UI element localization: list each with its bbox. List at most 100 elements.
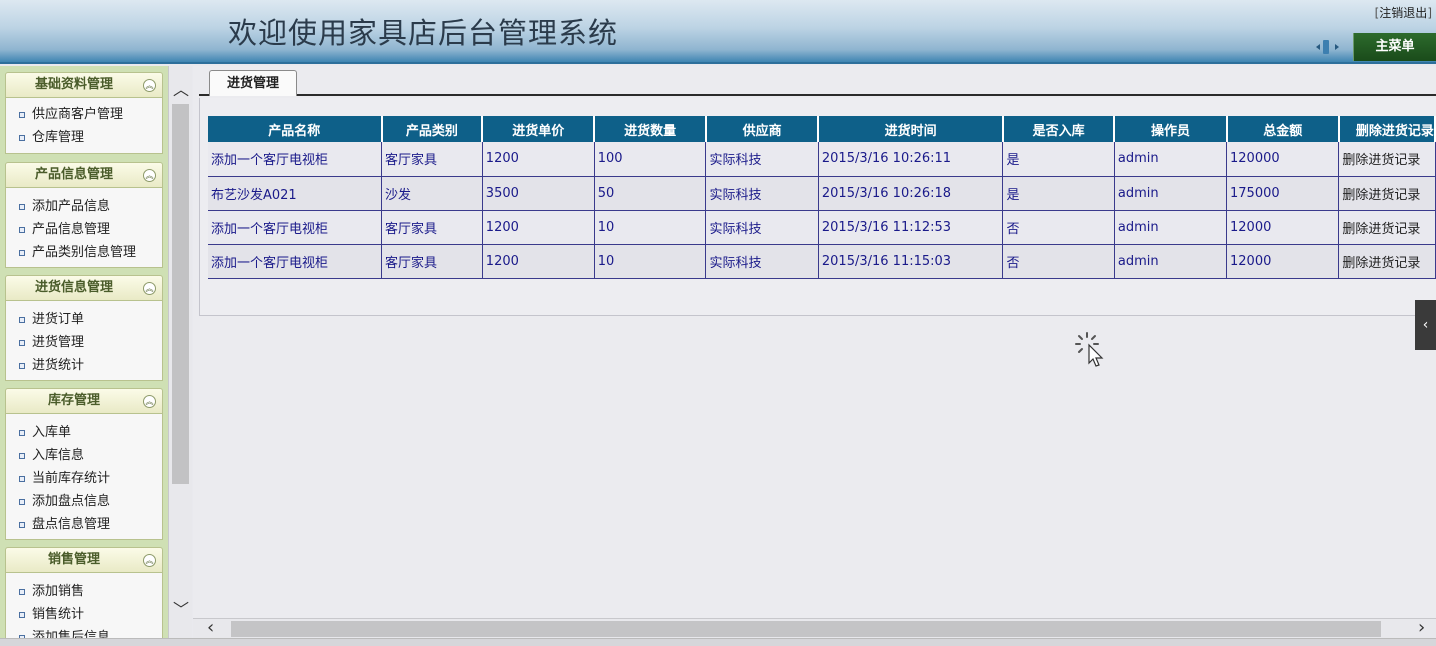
sidebar-item-stock-in-info[interactable]: 入库信息 xyxy=(6,444,162,467)
bullet-icon xyxy=(19,522,25,528)
column-header[interactable]: 产品类别 xyxy=(381,116,484,142)
column-header[interactable]: 进货时间 xyxy=(818,116,1004,142)
cell-purchase-time: 2015/3/16 10:26:11 xyxy=(818,142,1004,177)
scroll-up-icon[interactable]: ︿ xyxy=(173,76,189,99)
cell-purchase-time: 2015/3/16 11:12:53 xyxy=(818,210,1004,245)
table-row: 添加一个客厅电视柜 客厅家具 1200 10 实际科技 2015/3/16 11… xyxy=(208,210,1436,245)
column-header[interactable]: 是否入库 xyxy=(1002,116,1116,142)
collapse-icon[interactable]: ︽ xyxy=(143,395,156,408)
sidebar-group-header[interactable]: 库存管理 ︽ xyxy=(5,388,163,414)
column-header[interactable]: 供应商 xyxy=(705,116,820,142)
cell-purchase-time: 2015/3/16 10:26:18 xyxy=(818,176,1004,211)
busy-cursor-icon xyxy=(1075,332,1104,367)
sidebar-scrollbar[interactable]: ︿ ﹀ xyxy=(168,66,192,638)
cell-quantity: 10 xyxy=(594,244,707,279)
sidebar-item-warehouse[interactable]: 仓库管理 xyxy=(6,126,162,149)
sidebar-group-header[interactable]: 销售管理 ︽ xyxy=(5,547,163,573)
collapse-icon[interactable]: ︽ xyxy=(143,169,156,182)
column-header[interactable]: 操作员 xyxy=(1114,116,1228,142)
sidebar-group-inventory: 库存管理 ︽ 入库单 入库信息 当前库存统计 添加盘点信息 盘点信息管理 xyxy=(5,388,163,540)
cell-product-name: 添加一个客厅电视柜 xyxy=(208,142,383,177)
cell-unit-price: 1200 xyxy=(482,142,595,177)
cell-operator: admin xyxy=(1114,244,1228,279)
column-header[interactable]: 进货单价 xyxy=(482,116,596,142)
column-header[interactable]: 进货数量 xyxy=(594,116,707,142)
delete-record-link[interactable]: 删除进货记录 xyxy=(1338,210,1436,245)
cell-category: 沙发 xyxy=(381,176,483,211)
sidebar-item-stocktake-manage[interactable]: 盘点信息管理 xyxy=(6,513,162,536)
app-header: 欢迎使用家具店后台管理系统 [注销退出] 主菜单 xyxy=(0,0,1436,64)
cell-quantity: 50 xyxy=(594,176,707,211)
sidebar-item-product-manage[interactable]: 产品信息管理 xyxy=(6,218,162,241)
cell-total: 120000 xyxy=(1226,142,1340,177)
sidebar-item-purchase-order[interactable]: 进货订单 xyxy=(6,308,162,331)
collapse-icon[interactable]: ︽ xyxy=(143,282,156,295)
sidebar-group-product: 产品信息管理 ︽ 添加产品信息 产品信息管理 产品类别信息管理 xyxy=(5,162,163,268)
delete-record-link[interactable]: 删除进货记录 xyxy=(1338,142,1436,177)
main-content: 进货管理 产品名称 产品类别 进货单价 进货数量 供应商 进货时间 是否入库 操… xyxy=(193,66,1436,618)
sidebar-group-header[interactable]: 基础资料管理 ︽ xyxy=(5,72,163,98)
logout-label: 注销退出 xyxy=(1379,6,1428,20)
tab-purchase-manage[interactable]: 进货管理 xyxy=(209,70,297,96)
sidebar-item-purchase-stats[interactable]: 进货统计 xyxy=(6,354,162,377)
cell-stocked-in: 是 xyxy=(1002,176,1115,211)
sidebar-item-add-product[interactable]: 添加产品信息 xyxy=(6,195,162,218)
delete-record-link[interactable]: 删除进货记录 xyxy=(1338,244,1436,279)
scrollbar-thumb[interactable] xyxy=(172,104,189,484)
system-title: 欢迎使用家具店后台管理系统 xyxy=(228,16,619,50)
column-header[interactable]: 总金额 xyxy=(1226,116,1340,142)
cell-supplier: 实际科技 xyxy=(705,142,819,177)
cell-category: 客厅家具 xyxy=(381,142,483,177)
cell-unit-price: 3500 xyxy=(482,176,595,211)
bullet-icon xyxy=(19,612,25,618)
sidebar-group-header[interactable]: 产品信息管理 ︽ xyxy=(5,162,163,188)
main-menu-button[interactable]: 主菜单 xyxy=(1353,33,1436,61)
collapse-icon[interactable]: ︽ xyxy=(143,554,156,567)
cell-stocked-in: 否 xyxy=(1002,244,1115,279)
table-panel: 产品名称 产品类别 进货单价 进货数量 供应商 进货时间 是否入库 操作员 总金… xyxy=(199,98,1436,316)
sidebar-group-basic: 基础资料管理 ︽ 供应商客户管理 仓库管理 xyxy=(5,72,163,154)
sidebar-item-supplier-customer[interactable]: 供应商客户管理 xyxy=(6,103,162,126)
sidebar-group-title: 库存管理 xyxy=(47,393,100,408)
sidebar-item-stock-in-form[interactable]: 入库单 xyxy=(6,421,162,444)
scroll-left-icon[interactable]: ‹ xyxy=(207,619,214,637)
sidebar-item-sales-stats[interactable]: 销售统计 xyxy=(6,603,162,626)
status-strip xyxy=(0,638,1436,646)
table-row: 添加一个客厅电视柜 客厅家具 1200 100 实际科技 2015/3/16 1… xyxy=(208,142,1436,177)
sidebar-item-current-stock[interactable]: 当前库存统计 xyxy=(6,467,162,490)
cell-supplier: 实际科技 xyxy=(705,244,819,279)
sidebar-item-add-stocktake[interactable]: 添加盘点信息 xyxy=(6,490,162,513)
bullet-icon xyxy=(19,250,25,256)
scrollbar-thumb[interactable] xyxy=(231,621,1381,637)
cell-purchase-time: 2015/3/16 11:15:03 xyxy=(818,244,1004,279)
cell-operator: admin xyxy=(1114,142,1228,177)
delete-record-link[interactable]: 删除进货记录 xyxy=(1338,176,1436,211)
cell-total: 12000 xyxy=(1226,210,1340,245)
logout-link[interactable]: [注销退出] xyxy=(1375,4,1432,21)
column-header[interactable]: 删除进货记录 xyxy=(1338,116,1436,142)
sidebar-group-title: 产品信息管理 xyxy=(34,167,113,182)
sidebar-group-sales: 销售管理 ︽ 添加销售 销售统计 添加售后信息 xyxy=(5,547,163,638)
sidebar-item-product-category[interactable]: 产品类别信息管理 xyxy=(6,241,162,264)
sidebar-item-add-after-sales[interactable]: 添加售后信息 xyxy=(6,626,162,638)
bullet-icon xyxy=(19,589,25,595)
chevron-left-icon[interactable]: ‹ xyxy=(1415,300,1436,350)
bullet-icon xyxy=(19,227,25,233)
cell-product-name: 布艺沙发A021 xyxy=(208,176,383,211)
sidebar-item-purchase-manage[interactable]: 进货管理 xyxy=(6,331,162,354)
collapse-icon[interactable]: ︽ xyxy=(143,79,156,92)
cell-operator: admin xyxy=(1114,176,1228,211)
scroll-down-icon[interactable]: ﹀ xyxy=(173,596,189,619)
cell-operator: admin xyxy=(1114,210,1228,245)
table-row: 添加一个客厅电视柜 客厅家具 1200 10 实际科技 2015/3/16 11… xyxy=(208,244,1436,279)
sidebar-item-add-sale[interactable]: 添加销售 xyxy=(6,580,162,603)
column-header[interactable]: 产品名称 xyxy=(208,116,383,142)
sidebar-toggle-icon[interactable] xyxy=(1313,40,1343,54)
horizontal-scrollbar[interactable]: ‹ › xyxy=(193,618,1436,638)
cell-quantity: 100 xyxy=(594,142,707,177)
bullet-icon xyxy=(19,317,25,323)
scroll-right-icon[interactable]: › xyxy=(1418,619,1425,637)
sidebar-group-header[interactable]: 进货信息管理 ︽ xyxy=(5,275,163,301)
cell-category: 客厅家具 xyxy=(381,210,483,245)
tab-strip: 进货管理 xyxy=(199,68,1436,96)
